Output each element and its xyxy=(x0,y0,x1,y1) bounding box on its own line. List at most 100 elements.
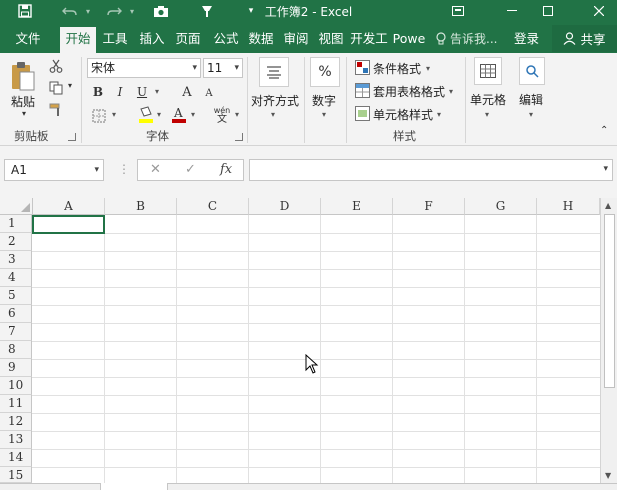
tab-view[interactable]: 视图 xyxy=(315,27,347,53)
phonetic-icon[interactable]: wén 文 xyxy=(210,104,234,126)
phonetic-dropdown-icon[interactable]: ▾ xyxy=(235,110,239,119)
cut-icon[interactable] xyxy=(46,57,66,75)
row-header[interactable]: 10 xyxy=(0,377,32,395)
row-header[interactable]: 2 xyxy=(0,233,32,251)
chevron-down-icon[interactable]: ▾ xyxy=(192,59,197,77)
font-name-combo[interactable]: 宋体 ▾ xyxy=(87,58,201,78)
collapse-ribbon-icon[interactable]: ⌃ xyxy=(600,125,608,136)
tab-tools[interactable]: 工具 xyxy=(98,27,132,53)
minimize-icon[interactable] xyxy=(494,0,530,22)
alignment-icon[interactable] xyxy=(259,57,289,87)
borders-dropdown-icon[interactable]: ▾ xyxy=(112,110,116,119)
format-as-table-icon[interactable] xyxy=(354,82,370,98)
select-all-corner[interactable] xyxy=(0,198,33,215)
format-as-table-button[interactable]: 套用表格格式 xyxy=(373,83,445,100)
scroll-down-icon[interactable]: ▼ xyxy=(605,471,611,480)
share-button[interactable]: 共享 xyxy=(552,25,617,52)
row-header[interactable]: 14 xyxy=(0,449,32,467)
cell-styles-dropdown-icon[interactable]: ▾ xyxy=(437,110,441,119)
chevron-down-icon[interactable]: ▾ xyxy=(94,160,99,180)
underline-button[interactable]: U xyxy=(133,83,151,101)
copy-icon[interactable] xyxy=(46,79,66,97)
formula-bar-grip-icon[interactable]: ⋮ xyxy=(118,162,130,176)
column-header[interactable]: D xyxy=(249,198,321,215)
column-header[interactable]: A xyxy=(33,198,105,215)
paste-icon[interactable] xyxy=(8,59,38,95)
italic-button[interactable]: I xyxy=(111,83,129,101)
grow-font-button[interactable]: A xyxy=(179,83,195,101)
row-header[interactable]: 7 xyxy=(0,323,32,341)
number-label[interactable]: 数字 xyxy=(312,92,336,109)
fill-color-icon[interactable] xyxy=(136,105,156,125)
font-color-dropdown-icon[interactable]: ▾ xyxy=(191,110,195,119)
maximize-icon[interactable] xyxy=(530,0,566,22)
column-header[interactable]: C xyxy=(177,198,249,215)
column-header[interactable]: E xyxy=(321,198,393,215)
row-header[interactable]: 3 xyxy=(0,251,32,269)
cell-styles-icon[interactable] xyxy=(354,105,370,121)
format-as-table-dropdown-icon[interactable]: ▾ xyxy=(449,87,453,96)
editing-dropdown-icon[interactable]: ▾ xyxy=(529,110,533,119)
conditional-format-button[interactable]: 条件格式 xyxy=(373,60,421,77)
column-header[interactable]: G xyxy=(465,198,537,215)
sheet-tab-active[interactable] xyxy=(100,483,168,490)
editing-label[interactable]: 编辑 xyxy=(519,91,543,108)
search-icon[interactable] xyxy=(519,57,545,85)
column-header[interactable]: F xyxy=(393,198,465,215)
active-cell[interactable] xyxy=(32,215,105,234)
tab-file[interactable]: 文件 xyxy=(8,27,48,53)
insert-function-icon[interactable]: fx xyxy=(220,162,232,177)
tab-page-layout[interactable]: 页面 xyxy=(170,27,206,53)
sheet-tabs-bar[interactable] xyxy=(0,483,617,490)
cells-dropdown-icon[interactable]: ▾ xyxy=(485,110,489,119)
bold-button[interactable]: B xyxy=(89,83,107,101)
copy-dropdown-icon[interactable]: ▾ xyxy=(68,81,72,90)
alignment-label[interactable]: 对齐方式 xyxy=(251,92,299,109)
scroll-up-icon[interactable]: ▲ xyxy=(605,201,611,210)
cells-icon[interactable] xyxy=(474,57,502,85)
row-header[interactable]: 4 xyxy=(0,269,32,287)
percent-icon[interactable]: % xyxy=(310,57,340,87)
tell-me-box[interactable]: 告诉我... xyxy=(436,27,497,51)
borders-icon[interactable] xyxy=(89,107,109,125)
enter-icon[interactable]: ✓ xyxy=(185,162,196,177)
cells-label[interactable]: 单元格 xyxy=(470,91,506,108)
alignment-dropdown-icon[interactable]: ▾ xyxy=(271,110,275,119)
tab-home[interactable]: 开始 xyxy=(60,27,96,53)
login-button[interactable]: 登录 xyxy=(514,27,539,51)
column-header[interactable]: B xyxy=(105,198,177,215)
chevron-down-icon[interactable]: ▾ xyxy=(234,59,239,77)
conditional-format-dropdown-icon[interactable]: ▾ xyxy=(426,64,430,73)
column-header[interactable]: H xyxy=(537,198,600,215)
formula-input[interactable]: ▾ xyxy=(249,159,613,181)
conditional-format-icon[interactable] xyxy=(354,59,370,75)
row-header[interactable]: 8 xyxy=(0,341,32,359)
cancel-icon[interactable]: ✕ xyxy=(150,162,161,177)
number-dropdown-icon[interactable]: ▾ xyxy=(322,110,326,119)
row-header[interactable]: 6 xyxy=(0,305,32,323)
worksheet-grid[interactable]: A B C D E F G H 1 2 3 4 5 6 7 8 9 10 11 … xyxy=(0,198,617,490)
close-icon[interactable] xyxy=(581,0,617,22)
tab-formulas[interactable]: 公式 xyxy=(210,27,242,53)
vertical-scrollbar[interactable]: ▲ ▼ xyxy=(600,198,617,490)
scroll-thumb[interactable] xyxy=(604,214,615,388)
row-header[interactable]: 9 xyxy=(0,359,32,377)
font-launcher-icon[interactable] xyxy=(235,133,243,141)
row-header[interactable]: 5 xyxy=(0,287,32,305)
tab-insert[interactable]: 插入 xyxy=(136,27,168,53)
fill-color-dropdown-icon[interactable]: ▾ xyxy=(157,110,161,119)
paste-dropdown-icon[interactable]: ▾ xyxy=(22,109,26,118)
paste-label[interactable]: 粘贴 xyxy=(11,93,35,110)
format-painter-brush-icon[interactable] xyxy=(46,101,66,119)
row-header[interactable]: 1 xyxy=(0,215,32,233)
clipboard-launcher-icon[interactable] xyxy=(68,133,76,141)
font-size-combo[interactable]: 11 ▾ xyxy=(203,58,243,78)
shrink-font-button[interactable]: A xyxy=(202,85,216,101)
name-box[interactable]: A1 ▾ xyxy=(4,159,104,181)
tab-review[interactable]: 审阅 xyxy=(280,27,312,53)
tab-power[interactable]: Powe xyxy=(391,27,427,53)
font-color-icon[interactable]: A xyxy=(169,105,189,125)
row-header[interactable]: 15 xyxy=(0,467,32,483)
row-header[interactable]: 11 xyxy=(0,395,32,413)
expand-formula-icon[interactable]: ▾ xyxy=(603,164,608,174)
